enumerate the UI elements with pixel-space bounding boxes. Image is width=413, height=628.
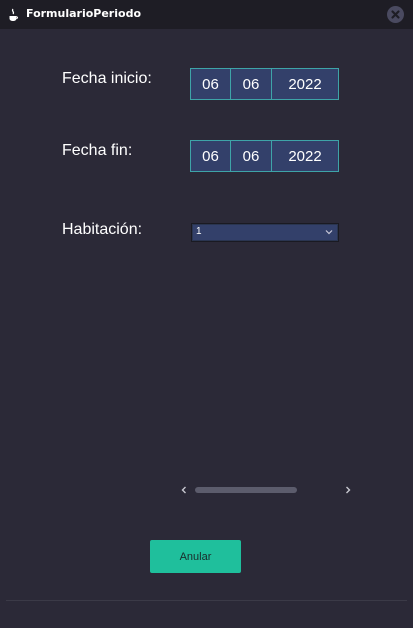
window-title: FormularioPeriodo	[26, 7, 141, 20]
java-icon	[9, 8, 19, 21]
fecha-inicio-label: Fecha inicio:	[62, 70, 152, 87]
close-icon	[391, 10, 400, 19]
close-button[interactable]	[387, 6, 404, 23]
anular-button[interactable]: Anular	[150, 540, 241, 573]
title-bar[interactable]: FormularioPeriodo	[0, 0, 413, 29]
fecha-fin-label: Fecha fin:	[62, 142, 133, 159]
scroll-left-arrow-icon[interactable]	[180, 484, 188, 496]
fecha-fin-year[interactable]: 2022	[271, 140, 339, 172]
fecha-inicio-year[interactable]: 2022	[271, 68, 339, 100]
chevron-down-icon	[325, 230, 333, 235]
horizontal-scrollbar-thumb[interactable]	[195, 487, 297, 493]
fecha-fin-day[interactable]: 06	[190, 140, 231, 172]
divider	[6, 600, 407, 601]
fecha-inicio-day[interactable]: 06	[190, 68, 231, 100]
fecha-fin-date-picker[interactable]: 06 06 2022	[190, 140, 339, 172]
habitacion-selected-value: 1	[196, 226, 202, 237]
scroll-right-arrow-icon[interactable]	[344, 484, 352, 496]
fecha-inicio-month[interactable]: 06	[230, 68, 272, 100]
fecha-fin-month[interactable]: 06	[230, 140, 272, 172]
fecha-inicio-date-picker[interactable]: 06 06 2022	[190, 68, 339, 100]
habitacion-label: Habitación:	[62, 221, 143, 238]
habitacion-select[interactable]: 1	[191, 223, 339, 242]
formulario-periodo-window: FormularioPeriodo Fecha inicio: 06 06 20…	[0, 0, 413, 628]
